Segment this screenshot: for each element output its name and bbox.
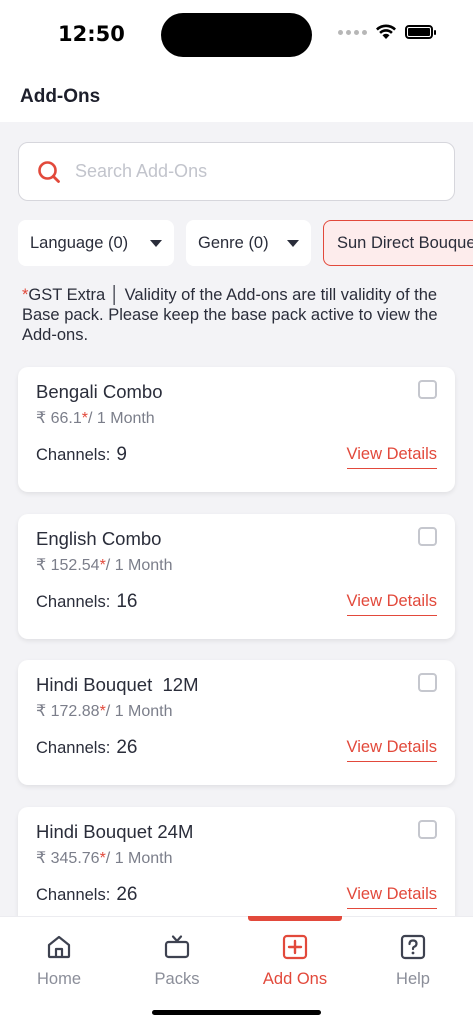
home-icon (47, 935, 71, 959)
addon-price: ₹ 66.1*/ 1 Month (36, 410, 155, 427)
search-box[interactable] (18, 142, 455, 201)
filter-bar: Language (0) Genre (0) Sun Direct Bouque… (18, 220, 473, 266)
view-details-link[interactable]: View Details (346, 738, 437, 762)
tab-label: Help (396, 970, 430, 988)
plus-square-icon (282, 934, 308, 960)
search-input[interactable] (75, 161, 435, 182)
addon-checkbox[interactable] (418, 820, 437, 839)
help-icon (400, 934, 426, 960)
genre-filter[interactable]: Genre (0) (186, 220, 311, 266)
battery-icon (405, 25, 436, 39)
note-text: GST Extra │ Validity of the Add-ons are … (22, 286, 438, 344)
addon-checkbox[interactable] (418, 380, 437, 399)
addon-channels: Channels: 26 (36, 737, 138, 758)
view-details-link[interactable]: View Details (346, 592, 437, 616)
status-bar: 12:50 (0, 0, 473, 70)
tab-label: Packs (154, 970, 200, 988)
addon-card[interactable]: English Combo ₹ 152.54*/ 1 Month Channel… (18, 514, 455, 639)
gst-validity-note: *GST Extra │ Validity of the Add-ons are… (22, 285, 462, 345)
bouquet-filter-label: Sun Direct Bouquet (337, 233, 473, 252)
chevron-down-icon (150, 240, 162, 247)
tab-label: Add Ons (262, 970, 328, 988)
tab-bar: Home Packs Add Ons Help (0, 916, 473, 1024)
language-filter-label: Language (0) (30, 233, 129, 252)
tab-help[interactable]: Help (354, 917, 472, 1002)
addon-name: English Combo (36, 528, 162, 549)
addon-checkbox[interactable] (418, 527, 437, 546)
view-details-link[interactable]: View Details (346, 445, 437, 469)
bouquet-filter[interactable]: Sun Direct Bouquet (323, 220, 473, 266)
cellular-signal-icon (338, 29, 367, 35)
view-details-link[interactable]: View Details (346, 885, 437, 909)
status-time: 12:50 (58, 22, 125, 46)
search-icon (38, 160, 60, 183)
header: Add-Ons (0, 70, 473, 122)
dynamic-island (161, 13, 312, 57)
addon-card[interactable]: Hindi Bouquet 12M ₹ 172.88*/ 1 Month Cha… (18, 660, 455, 785)
chevron-down-icon (287, 240, 299, 247)
addon-name: Hindi Bouquet 24M (36, 821, 194, 842)
addon-channels: Channels: 16 (36, 591, 138, 612)
page-title: Add-Ons (20, 86, 101, 107)
status-icons (338, 24, 436, 40)
tab-label: Home (36, 970, 81, 988)
addon-price: ₹ 172.88*/ 1 Month (36, 703, 173, 720)
genre-filter-label: Genre (0) (198, 233, 269, 252)
addon-channels: Channels: 26 (36, 884, 138, 905)
addon-name: Hindi Bouquet 12M (36, 674, 199, 695)
addons-content[interactable]: Language (0) Genre (0) Sun Direct Bouque… (0, 122, 473, 916)
addon-channels: Channels: 9 (36, 444, 127, 465)
tv-icon (164, 935, 190, 959)
addon-name: Bengali Combo (36, 381, 163, 402)
addon-price: ₹ 152.54*/ 1 Month (36, 557, 173, 574)
home-indicator (152, 1010, 321, 1015)
tab-add-ons[interactable]: Add Ons (236, 917, 354, 1002)
addon-card[interactable]: Bengali Combo ₹ 66.1*/ 1 Month Channels:… (18, 367, 455, 492)
addon-checkbox[interactable] (418, 673, 437, 692)
wifi-icon (376, 24, 396, 39)
addon-card[interactable]: Hindi Bouquet 24M ₹ 345.76*/ 1 Month Cha… (18, 807, 455, 916)
addon-price: ₹ 345.76*/ 1 Month (36, 850, 173, 867)
tab-home[interactable]: Home (0, 917, 118, 1002)
language-filter[interactable]: Language (0) (18, 220, 174, 266)
tab-packs[interactable]: Packs (118, 917, 236, 1002)
